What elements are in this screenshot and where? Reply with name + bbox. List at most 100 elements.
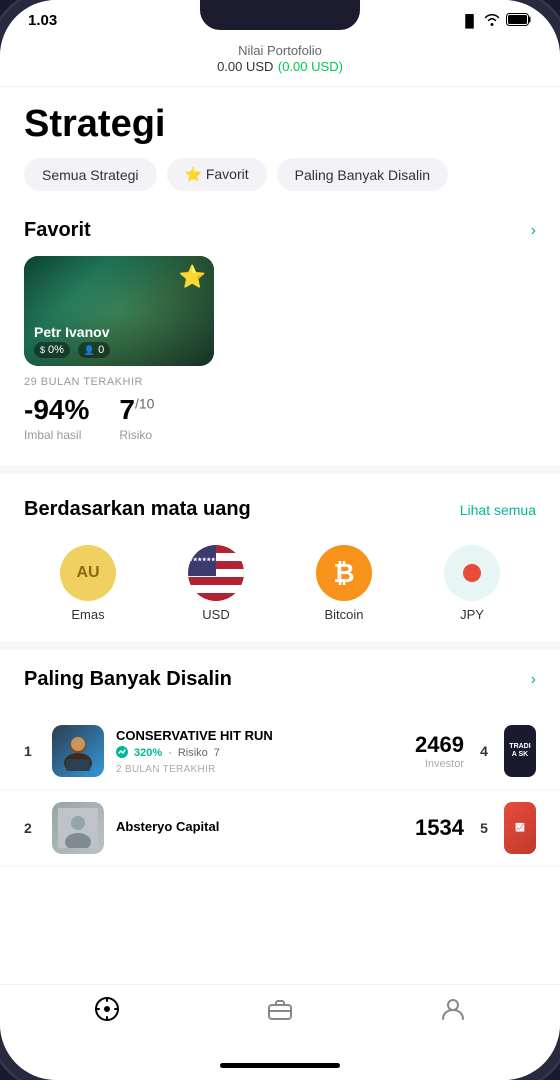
item-1-investors: 2469 Investor [415,732,464,770]
tab-semua-strategi[interactable]: Semua Strategi [24,158,157,191]
btc-icon: ₿ [316,545,372,601]
filter-tabs: Semua Strategi ⭐ Favorit Paling Banyak D… [0,158,560,211]
dollar-icon: $ [40,345,45,355]
favorit-title: Favorit [24,219,91,242]
us-flag: ★★★★★★★★★★★★★★★★★★★★★★★★★★★★★★★★★★★★★★★★… [188,545,244,601]
item-2-details: Absteryo Capital [116,819,403,837]
card-info: Petr Ivanov $ 0% 👤 0 [34,324,110,358]
disalin-title: Paling Banyak Disalin [24,668,232,691]
portfolio-change: (0.00 USD) [278,59,343,74]
emas-label: Emas [71,607,104,622]
item-1-count: 2469 [415,732,464,758]
favorit-scroll: ⭐ Petr Ivanov $ 0% 👤 [0,256,560,466]
subscribers-badge: 👤 0 [78,342,110,358]
person-icon: 👤 [84,345,95,356]
stat-row: -94% Imbal hasil 7/10 Risiko [24,394,214,442]
risk-card-text-2: 📈 [513,821,527,835]
nav-portfolio[interactable] [266,995,294,1030]
page-title: Strategi [0,87,560,158]
explore-icon [93,995,121,1030]
strategy-card-petr[interactable]: ⭐ Petr Ivanov $ 0% 👤 [24,256,214,366]
home-indicator [0,1050,560,1080]
avatar-1 [52,725,104,777]
currency-section: Berdasarkan mata uang Lihat semua AU Ema… [0,474,560,642]
battery-icon [506,13,532,29]
disalin-section-header: Paling Banyak Disalin › [0,660,560,705]
portfolio-label: Nilai Portofolio [20,43,540,58]
portfolio-header: Nilai Portofolio 0.00 USD (0.00 USD) [0,35,560,87]
disalin-section: Paling Banyak Disalin › 1 [0,650,560,867]
item-2-name: Absteryo Capital [116,819,403,834]
card-meta: $ 0% 👤 0 [34,342,110,358]
risk-stat: 7/10 Risiko [119,394,154,442]
avatar-img-1 [52,725,104,777]
item-1-risk: 7 [214,747,220,759]
item-2-count: 1534 [415,815,464,841]
rank-right-1: 4 [476,743,492,759]
usd-label: USD [202,607,229,622]
disalin-list: 1 [0,705,560,867]
item-1-return: 320% [134,747,162,759]
risk-card-text-1: TRADIA SK [507,741,532,762]
currency-emas[interactable]: AU Emas [24,545,152,622]
nav-profile[interactable] [439,995,467,1030]
item-2-investors: 1534 [415,815,464,841]
rank-1: 1 [24,743,40,759]
card-stats: 29 BULAN TERAKHIR -94% Imbal hasil 7/10 [24,366,214,446]
lihat-semua-link[interactable]: Lihat semua [460,502,536,518]
risk-card-2: 📈 [504,802,536,854]
rank-right-2: 5 [476,820,492,836]
currency-jpy[interactable]: JPY [408,545,536,622]
star-icon: ⭐ [179,264,206,290]
return-label: Imbal hasil [24,428,89,442]
currency-section-header: Berdasarkan mata uang Lihat semua [0,490,560,535]
rank-2: 2 [24,820,40,836]
return-stat: -94% Imbal hasil [24,394,89,442]
risk-value: 7/10 [119,394,154,426]
status-time: 1.03 [28,12,57,29]
jpy-label: JPY [460,607,484,622]
main-content: Nilai Portofolio 0.00 USD (0.00 USD) Str… [0,35,560,984]
dot-separator-1: · [168,747,172,759]
home-bar [220,1063,340,1068]
trend-icon-1 [116,746,128,761]
section-divider-2 [0,642,560,650]
favorit-section-header: Favorit › [0,211,560,256]
profit-value: 0% [48,344,64,356]
emas-icon: AU [60,545,116,601]
bottom-nav [0,984,560,1050]
jpy-dot [463,564,481,582]
notch [200,0,360,30]
subscribers-count: 0 [98,344,104,356]
usd-icon: ★★★★★★★★★★★★★★★★★★★★★★★★★★★★★★★★★★★★★★★★… [188,545,244,601]
item-1-risk-label: Risiko [178,747,208,759]
disalin-item-1[interactable]: 1 [0,713,560,790]
flag-canton: ★★★★★★★★★★★★★★★★★★★★★★★★★★★★★★★★★★★★★★★★… [188,545,216,576]
item-1-label: Investor [415,758,464,770]
portfolio-value: 0.00 USD [217,59,273,74]
currency-bitcoin[interactable]: ₿ Bitcoin [280,545,408,622]
jpy-icon [444,545,500,601]
phone-frame: 1.03 ▐▌ [0,0,560,1080]
petr-ivanov-card-container[interactable]: ⭐ Petr Ivanov $ 0% 👤 [24,256,214,446]
item-1-name: CONSERVATIVE HIT RUN [116,728,403,743]
favorit-arrow[interactable]: › [531,222,536,240]
profile-icon [439,995,467,1030]
avatar-img-2 [52,802,104,854]
nav-explore[interactable] [93,995,121,1030]
item-1-period: 2 BULAN TERAKHIR [116,764,403,775]
briefcase-icon [266,995,294,1030]
disalin-arrow[interactable]: › [531,671,536,689]
tab-paling-banyak[interactable]: Paling Banyak Disalin [277,158,448,191]
disalin-item-2[interactable]: 2 Absteryo Capital [0,790,560,867]
currency-usd[interactable]: ★★★★★★★★★★★★★★★★★★★★★★★★★★★★★★★★★★★★★★★★… [152,545,280,622]
currency-title: Berdasarkan mata uang [24,498,251,521]
phone-screen: 1.03 ▐▌ [0,0,560,1080]
btc-label: Bitcoin [324,607,363,622]
wifi-icon [483,12,501,29]
tab-favorit[interactable]: ⭐ Favorit [167,158,267,191]
card-trader-name: Petr Ivanov [34,324,110,340]
portfolio-value-row: 0.00 USD (0.00 USD) [20,58,540,76]
profit-badge: $ 0% [34,342,70,358]
risk-card-1: TRADIA SK [504,725,536,777]
